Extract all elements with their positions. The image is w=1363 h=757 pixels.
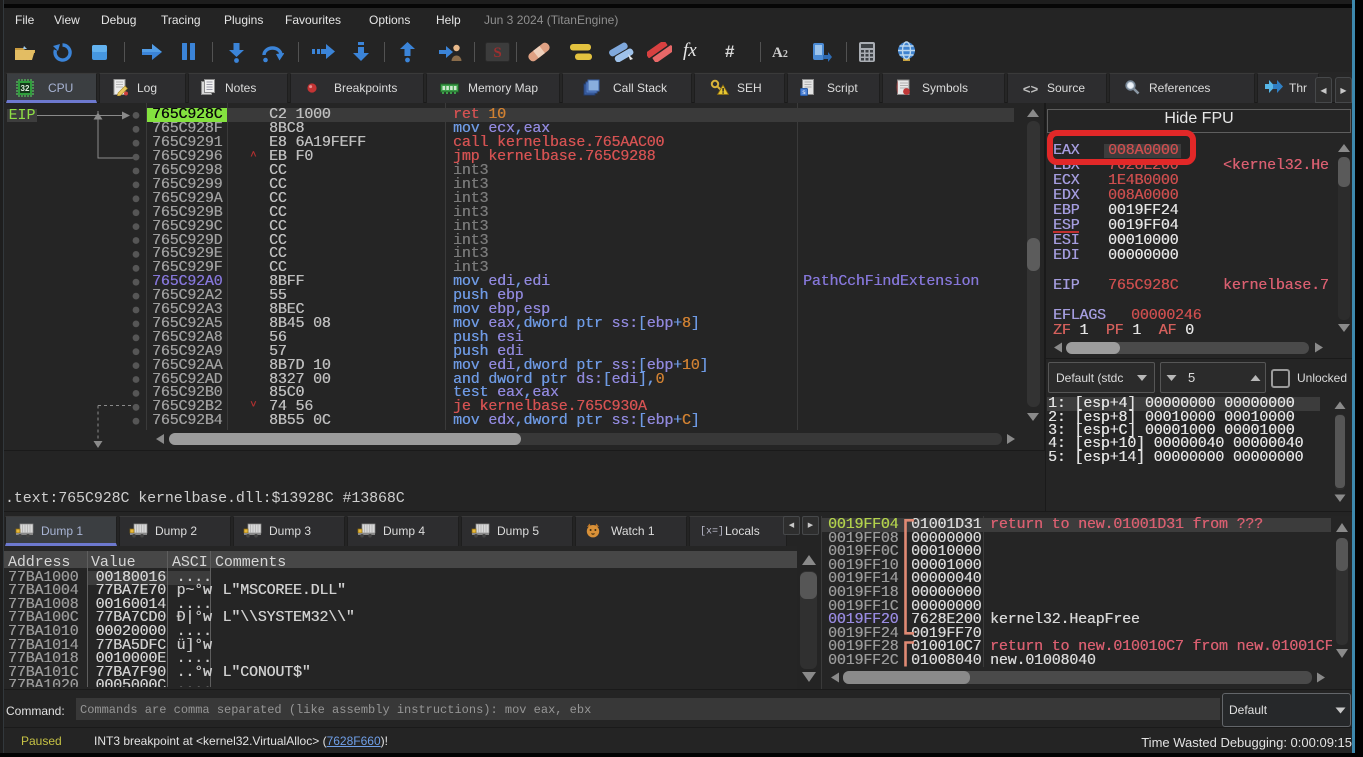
svg-text:S: S bbox=[493, 45, 501, 61]
svg-text:32: 32 bbox=[21, 84, 30, 93]
svg-text:<>: <> bbox=[1023, 83, 1039, 97]
svg-text:[x=]: [x=] bbox=[700, 526, 724, 537]
svg-text:s: s bbox=[802, 89, 806, 96]
